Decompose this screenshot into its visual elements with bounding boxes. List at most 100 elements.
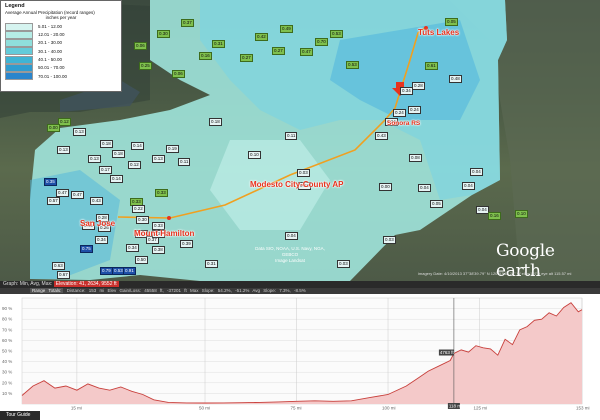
legend-item: 20.1 - 30.00	[5, 39, 117, 48]
station-value[interactable]: 0.14	[110, 175, 123, 183]
station-value[interactable]: 0.03	[383, 236, 396, 244]
station-value[interactable]: 0.47	[71, 191, 84, 199]
station-value[interactable]: 0.27	[272, 47, 285, 55]
station-value[interactable]: 0.31	[212, 40, 225, 48]
legend-item-label: 12.01 - 20.00	[38, 32, 65, 38]
station-value[interactable]: 0.00	[47, 124, 60, 132]
place-label-sonora-rs[interactable]: Sonora RS	[387, 120, 420, 127]
elevation-profile-panel[interactable]: Graph: Min, Avg, Max: Elevation: 41, 263…	[0, 281, 600, 420]
station-value[interactable]: 0.38	[152, 246, 165, 254]
station-value[interactable]: 0.50	[135, 256, 148, 264]
station-value[interactable]: 0.05	[430, 200, 443, 208]
station-value[interactable]: 0.05	[445, 18, 458, 26]
profile-header: Graph: Min, Avg, Max: Elevation: 41, 263…	[0, 281, 600, 288]
station-value[interactable]: 0.24	[408, 106, 421, 114]
station-value[interactable]: 0.91	[123, 267, 136, 275]
station-value[interactable]: 0.13	[88, 155, 101, 163]
station-value[interactable]: 0.06	[172, 70, 185, 78]
tour-guide-button[interactable]: Tour Guide	[0, 411, 40, 420]
station-value[interactable]: 0.30	[136, 216, 149, 224]
station-value[interactable]: 0.10	[515, 210, 528, 218]
station-value[interactable]: 0.53	[330, 30, 343, 38]
legend-item-label: 50.01 - 70.00	[38, 65, 65, 71]
place-label-san-jose[interactable]: San Jose	[80, 219, 115, 228]
station-value[interactable]: 0.18	[100, 140, 113, 148]
station-value[interactable]: 0.37	[181, 19, 194, 27]
station-value[interactable]: 0.53	[346, 61, 359, 69]
legend-items: 5.01 - 12.00 12.01 - 20.00 20.1 - 30.00 30.…	[5, 22, 117, 81]
x-tick-label: 15 mi	[71, 406, 82, 411]
station-value[interactable]: 0.34	[95, 236, 108, 244]
station-value[interactable]: 0.61	[425, 62, 438, 70]
station-value[interactable]: 0.19	[166, 145, 179, 153]
station-value[interactable]: 0.08	[409, 154, 422, 162]
station-value[interactable]: 0.04	[285, 232, 298, 240]
station-value[interactable]: 0.12	[128, 161, 141, 169]
station-value[interactable]: 0.22	[132, 205, 145, 213]
station-value[interactable]: 0.04	[418, 184, 431, 192]
max-slope: Max Slope: 54.2%, -51.2%	[190, 288, 250, 293]
station-value[interactable]: 0.04	[476, 206, 489, 214]
station-value[interactable]: 0.79	[100, 267, 113, 275]
station-value[interactable]: 0.14	[131, 142, 144, 150]
station-value[interactable]: 0.57	[47, 197, 60, 205]
station-value[interactable]: 0.18	[209, 118, 222, 126]
station-value[interactable]: 0.63	[52, 262, 65, 270]
station-value[interactable]: 0.70	[315, 38, 328, 46]
station-value[interactable]: 0.42	[255, 33, 268, 41]
station-value[interactable]: 0.12	[58, 118, 71, 126]
station-value[interactable]: 0.67	[57, 271, 70, 279]
place-label-tuts-lakes[interactable]: Tuts Lakes	[418, 28, 459, 37]
station-value[interactable]: 0.47	[56, 189, 69, 197]
x-tick-label: 75 mi	[291, 406, 302, 411]
station-value[interactable]: 0.13	[73, 128, 86, 136]
station-value[interactable]: 0.43	[375, 132, 388, 140]
y-tick-label: 50 %	[2, 349, 12, 354]
station-value[interactable]: 0.17	[99, 166, 112, 174]
station-value[interactable]: 0.39	[180, 240, 193, 248]
place-label-mount-hamilton[interactable]: Mount Hamilton	[134, 229, 194, 238]
station-value[interactable]: 0.03	[337, 260, 350, 268]
station-value[interactable]: 0.49	[280, 25, 293, 33]
legend-item-label: 5.01 - 12.00	[38, 23, 63, 29]
station-value[interactable]: 0.10	[248, 151, 261, 159]
station-value[interactable]: 0.35	[44, 178, 57, 186]
station-value[interactable]: 0.13	[152, 155, 165, 163]
station-value[interactable]: 0.25	[139, 62, 152, 70]
y-tick-label: 30 %	[2, 370, 12, 375]
place-label-modesto[interactable]: Modesto City-County AP	[250, 180, 343, 189]
station-value[interactable]: 0.75	[80, 245, 93, 253]
station-value[interactable]: 0.24	[393, 109, 406, 117]
station-value[interactable]: 0.00	[379, 183, 392, 191]
station-value[interactable]: 0.43	[90, 197, 103, 205]
station-value[interactable]: 0.16	[488, 212, 501, 220]
station-value[interactable]: 0.03	[297, 169, 310, 177]
hamilton-marker[interactable]	[167, 216, 171, 220]
legend-units: inches per year	[45, 14, 77, 20]
station-value[interactable]: 0.34	[400, 87, 413, 95]
station-value[interactable]: 0.11	[285, 132, 298, 140]
station-value[interactable]: 0.13	[57, 146, 70, 154]
elevation-chart[interactable]: 90 % 80 % 70 % 60 % 50 % 40 % 30 % 20 % 10 % 15 m…	[0, 294, 600, 411]
credits-line-2: Image Landsat	[275, 257, 305, 263]
station-value[interactable]: 0.47	[300, 48, 313, 56]
station-value[interactable]: 0.31	[205, 260, 218, 268]
station-value[interactable]: 0.28	[412, 82, 425, 90]
y-tick-label: 10 %	[2, 391, 12, 396]
legend-item: 5.01 - 12.00	[5, 22, 117, 31]
station-value[interactable]: 0.06	[134, 42, 147, 50]
station-value[interactable]: 0.04	[462, 182, 475, 190]
station-value[interactable]: 0.04	[470, 168, 483, 176]
cursor-elevation-label: 4763 ft	[440, 350, 455, 355]
station-value[interactable]: 0.16	[199, 52, 212, 60]
station-value[interactable]: 0.27	[240, 54, 253, 62]
station-value[interactable]: 0.33	[155, 189, 168, 197]
station-value[interactable]: 0.48	[449, 75, 462, 83]
legend-swatch	[5, 47, 33, 56]
station-value[interactable]: 0.18	[112, 150, 125, 158]
station-value[interactable]: 0.34	[126, 244, 139, 252]
station-value[interactable]: 0.30	[157, 30, 170, 38]
map-view[interactable]: Legend Average Annual Precipitation (rec…	[0, 0, 600, 281]
station-value[interactable]: 0.11	[178, 158, 191, 166]
elevation-readout: Elevation: 41, 2634, 9552 ft	[53, 281, 119, 287]
